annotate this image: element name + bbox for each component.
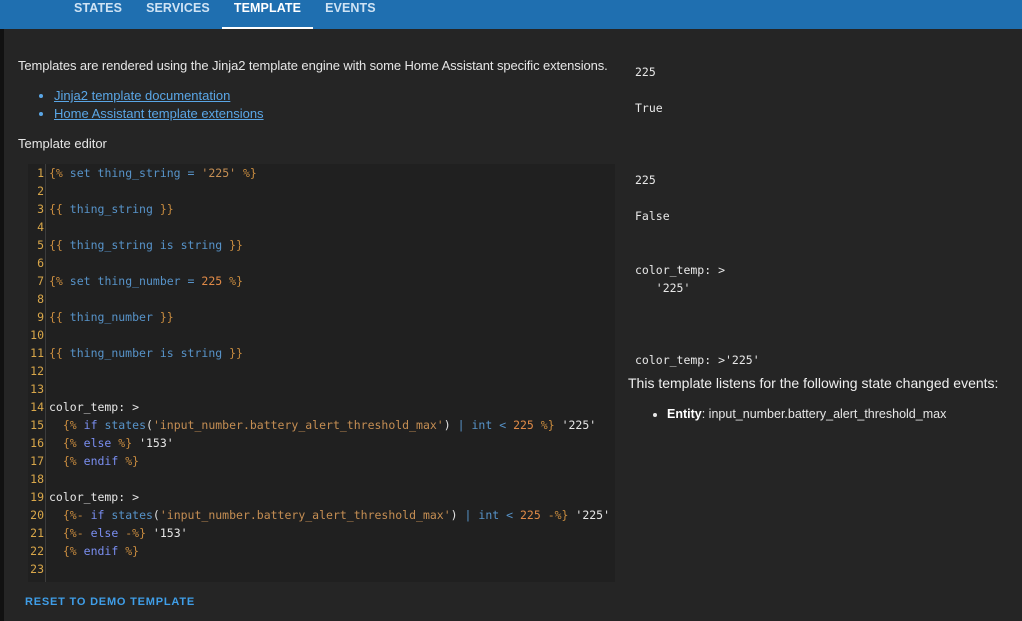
line-number: 11	[30, 346, 44, 360]
jinja2-docs-link[interactable]: Jinja2 template documentation	[54, 88, 230, 103]
line-number: 13	[30, 382, 44, 396]
code-line[interactable]	[49, 470, 611, 488]
line-number: 17	[30, 454, 44, 468]
listener-item: Entity: input_number.battery_alert_thres…	[667, 407, 946, 421]
intro-text: Templates are rendered using the Jinja2 …	[18, 58, 608, 73]
editor-label: Template editor	[18, 136, 107, 151]
line-number: 2	[37, 184, 44, 198]
code-line[interactable]	[49, 326, 611, 344]
line-number: 8	[37, 292, 44, 306]
doc-links: Jinja2 template documentation Home Assis…	[36, 87, 264, 123]
code-line[interactable]: color_temp: >	[49, 488, 611, 506]
template-result: 225 True 225 False color_temp: > '225' c…	[635, 65, 760, 367]
line-number: 19	[30, 490, 44, 504]
code-area[interactable]: {% set thing_string = '225' %} {{ thing_s…	[49, 164, 611, 578]
line-number: 18	[30, 472, 44, 486]
code-line[interactable]	[49, 254, 611, 272]
code-line[interactable]	[49, 182, 611, 200]
tab-template[interactable]: TEMPLATE	[221, 0, 314, 29]
code-line[interactable]: {% endif %}	[49, 542, 611, 560]
line-number: 9	[37, 310, 44, 324]
line-number: 16	[30, 436, 44, 450]
code-line[interactable]: {{ thing_number is string }}	[49, 344, 611, 362]
code-line[interactable]	[49, 560, 611, 578]
code-line[interactable]: {% endif %}	[49, 452, 611, 470]
code-line[interactable]: {% else %} '153'	[49, 434, 611, 452]
link-item: Jinja2 template documentation	[54, 87, 264, 105]
line-number: 5	[37, 238, 44, 252]
line-number: 6	[37, 256, 44, 270]
code-line[interactable]: {% set thing_string = '225' %}	[49, 164, 611, 182]
tab-services[interactable]: SERVICES	[134, 0, 222, 29]
template-panel: Templates are rendered using the Jinja2 …	[4, 29, 1022, 621]
code-line[interactable]: {{ thing_string }}	[49, 200, 611, 218]
listener-list: Entity: input_number.battery_alert_thres…	[649, 407, 946, 421]
code-line[interactable]: {{ thing_number }}	[49, 308, 611, 326]
line-number-gutter: 1 2 3 4 5 6 7 8 9 10 11 12 13 14 15 16 17 18 19 20 21 22 23	[28, 164, 46, 582]
code-line[interactable]: {%- else -%} '153'	[49, 524, 611, 542]
line-number: 20	[30, 508, 44, 522]
line-number: 3	[37, 202, 44, 216]
code-line[interactable]	[49, 362, 611, 380]
code-line[interactable]: {% if states('input_number.battery_alert…	[49, 416, 611, 434]
line-number: 7	[37, 274, 44, 288]
code-line[interactable]: {%- if states('input_number.battery_aler…	[49, 506, 611, 524]
listener-type: Entity	[667, 407, 702, 421]
line-number: 14	[30, 400, 44, 414]
ha-template-extensions-link[interactable]: Home Assistant template extensions	[54, 106, 264, 121]
listener-entity: : input_number.battery_alert_threshold_m…	[701, 407, 947, 421]
link-item: Home Assistant template extensions	[54, 105, 264, 123]
code-line[interactable]	[49, 290, 611, 308]
line-number: 22	[30, 544, 44, 558]
line-number: 23	[30, 562, 44, 576]
line-number: 15	[30, 418, 44, 432]
tab-states[interactable]: STATES	[62, 0, 134, 29]
template-editor[interactable]: 1 2 3 4 5 6 7 8 9 10 11 12 13 14 15 16 17 18 19 20 21 22 23 {%…	[28, 164, 615, 582]
line-number: 4	[37, 220, 44, 234]
code-line[interactable]: color_temp: >	[49, 398, 611, 416]
code-line[interactable]	[49, 218, 611, 236]
tab-events[interactable]: EVENTS	[313, 0, 388, 29]
listeners-heading: This template listens for the following …	[628, 375, 999, 391]
tab-bar: STATES SERVICES TEMPLATE EVENTS	[62, 0, 388, 29]
top-bar: STATES SERVICES TEMPLATE EVENTS	[0, 0, 1022, 29]
reset-demo-template-button[interactable]: RESET TO DEMO TEMPLATE	[25, 596, 195, 608]
code-line[interactable]: {{ thing_string is string }}	[49, 236, 611, 254]
line-number: 10	[30, 328, 44, 342]
line-number: 1	[37, 166, 44, 180]
code-line[interactable]	[49, 380, 611, 398]
code-line[interactable]: {% set thing_number = 225 %}	[49, 272, 611, 290]
line-number: 12	[30, 364, 44, 378]
line-number: 21	[30, 526, 44, 540]
